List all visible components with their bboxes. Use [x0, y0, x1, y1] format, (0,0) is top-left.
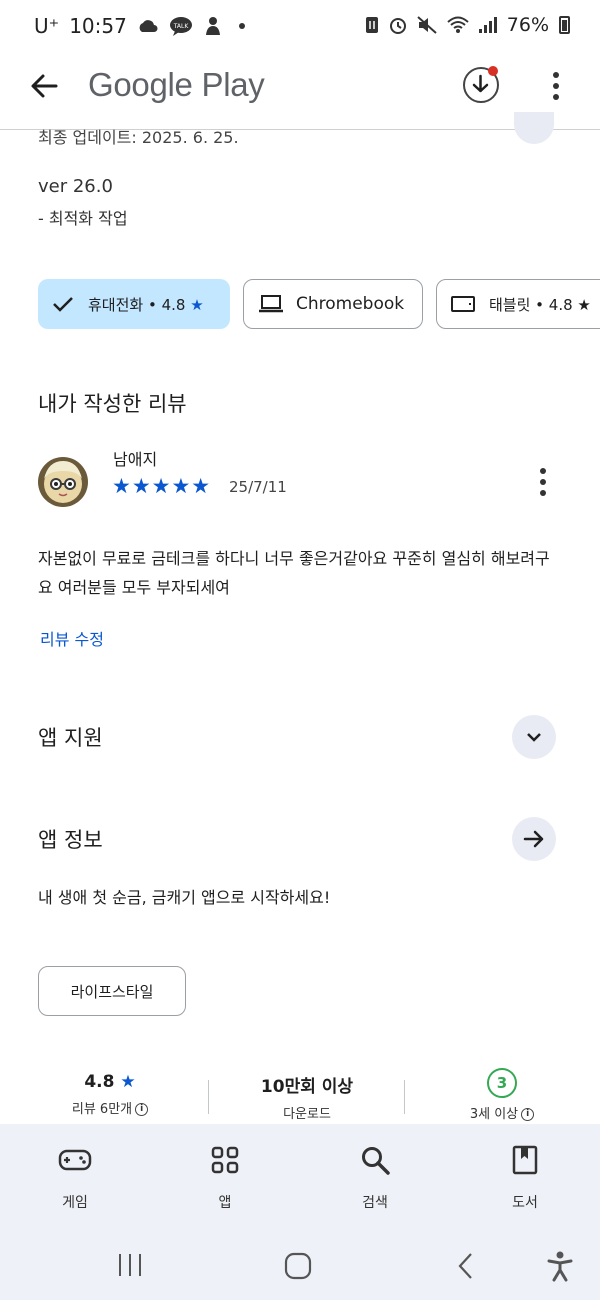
info-icon: i: [135, 1103, 149, 1116]
battery-icon: [559, 16, 570, 34]
arrow-right-icon: [523, 830, 544, 848]
svg-text:TALK: TALK: [173, 23, 190, 30]
alarm-icon: [389, 18, 406, 34]
back-arrow-icon[interactable]: [28, 70, 60, 102]
device-chip-phone[interactable]: 휴대전화 • 4.8 ★: [38, 279, 230, 329]
review-body: 자본없이 무료로 금테크를 하다니 너무 좋은거같아요 꾸준히 열심히 해보려구…: [38, 549, 550, 597]
device-chip-phone-label: 휴대전화 • 4.8 ★: [88, 295, 204, 314]
stat-divider: [404, 1080, 405, 1114]
age-rating-label: 3세 이상: [469, 1107, 519, 1122]
app-info-heading: 앱 정보: [38, 828, 103, 852]
wifi-icon: [447, 16, 469, 33]
star-icon: ★: [190, 295, 204, 314]
review-date: 25/7/11: [229, 478, 287, 496]
check-icon: [53, 297, 73, 312]
recents-icon[interactable]: [116, 1252, 144, 1278]
app-info-open-button[interactable]: [512, 817, 556, 861]
mute-icon: [417, 16, 437, 34]
rating-value: 4.8: [84, 1072, 115, 1092]
star-icon: ★: [577, 295, 591, 314]
apps-grid-icon: [211, 1146, 239, 1174]
nfc-icon: [365, 17, 378, 33]
reviewer-name: 남애지: [113, 450, 158, 469]
review-more-vert-icon[interactable]: [535, 467, 551, 497]
notification-icon: [205, 17, 220, 35]
device-chip-chromebook-label: Chromebook: [296, 294, 405, 314]
downloads-value: 10만회 이상: [260, 1077, 354, 1097]
laptop-icon: [259, 295, 283, 313]
app-bar: Google Play: [0, 54, 600, 130]
age-rating-badge: 3: [487, 1068, 517, 1098]
talk-icon: TALK: [169, 17, 192, 36]
home-icon[interactable]: [284, 1252, 312, 1280]
stat-age-rating[interactable]: 3 3세 이상 i: [432, 1068, 572, 1122]
changelog-text: - 최적화 작업: [38, 209, 128, 228]
stat-downloads: 10만회 이상 다운로드: [232, 1072, 382, 1122]
download-badge: [488, 66, 498, 76]
back-nav-icon[interactable]: [456, 1252, 476, 1280]
star-icon: ★: [120, 1072, 136, 1092]
nav-item-books-label: 도서: [512, 1195, 538, 1211]
nav-item-games-label: 게임: [62, 1195, 88, 1211]
last-updated-text: 최종 업데이트: 2025. 6. 25.: [38, 128, 239, 147]
stat-rating[interactable]: 4.8 ★ 리뷰 6만개 i: [40, 1072, 180, 1117]
gamepad-icon: [58, 1149, 92, 1171]
nav-item-search[interactable]: 검색: [325, 1144, 425, 1212]
info-icon: i: [521, 1108, 535, 1121]
nav-item-apps-label: 앱: [218, 1195, 232, 1211]
downloads-label: 다운로드: [283, 1107, 331, 1122]
app-description: 내 생애 첫 순금, 금캐기 앱으로 시작하세요!: [38, 888, 331, 907]
nav-item-games[interactable]: 게임: [25, 1144, 125, 1212]
stat-divider: [208, 1080, 209, 1114]
book-icon: [512, 1145, 538, 1175]
search-icon: [362, 1147, 390, 1175]
device-chip-tablet[interactable]: 태블릿 • 4.8 ★: [436, 279, 600, 329]
device-chip-chromebook[interactable]: Chromebook: [243, 279, 423, 329]
version-text: ver 26.0: [38, 176, 113, 197]
more-vert-icon[interactable]: [548, 71, 564, 101]
clock: 10:57: [69, 14, 127, 38]
nav-item-books[interactable]: 도서: [475, 1144, 575, 1212]
nav-item-apps[interactable]: 앱: [175, 1144, 275, 1212]
app-support-heading: 앱 지원: [38, 726, 103, 750]
system-navigation-bar: [0, 1232, 600, 1300]
my-review-heading: 내가 작성한 리뷰: [38, 392, 187, 416]
battery-percent: 76%: [506, 14, 549, 36]
signal-icon: [478, 17, 497, 33]
rating-count-label: 리뷰 6만개: [71, 1102, 133, 1117]
category-chip[interactable]: 라이프스타일: [38, 966, 186, 1016]
app-bar-title: Google Play: [88, 66, 265, 103]
chevron-down-icon: [527, 733, 541, 742]
accessibility-icon[interactable]: [546, 1250, 574, 1282]
bottom-navigation: 게임 앱 검색 도서: [0, 1124, 600, 1232]
status-bar: U⁺ 10:57 TALK 76%: [0, 0, 600, 54]
app-support-expand-button[interactable]: [512, 715, 556, 759]
tablet-icon: [451, 296, 475, 312]
review-stars: ★★★★★: [112, 474, 212, 498]
edit-review-link[interactable]: 리뷰 수정: [40, 626, 104, 650]
cloud-icon: [139, 20, 158, 32]
whats-new-expand-button[interactable]: [514, 112, 554, 144]
nav-item-search-label: 검색: [362, 1195, 388, 1211]
carrier-label: U⁺: [34, 14, 60, 38]
more-notifications-dot: [238, 23, 245, 29]
avatar: [38, 457, 88, 507]
device-chip-tablet-label: 태블릿 • 4.8 ★: [489, 295, 591, 314]
